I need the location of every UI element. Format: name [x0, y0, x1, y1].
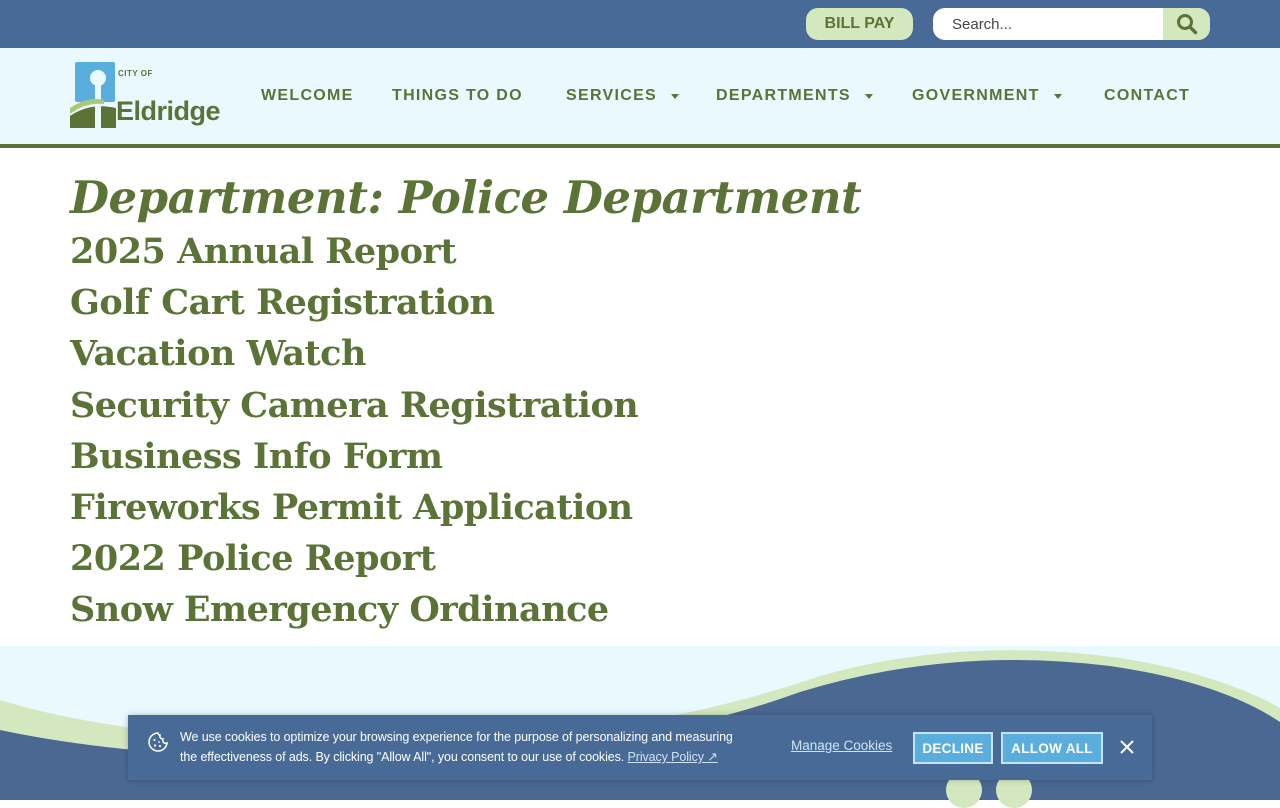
cookie-text-line-1: We use cookies to optimize your browsing… [180, 730, 733, 744]
link-2022-police-report[interactable]: 2022 Police Report [70, 538, 436, 579]
search-input[interactable] [933, 8, 1163, 40]
nav-item-things-to-do[interactable]: THINGS TO DO [392, 48, 523, 144]
site-header: CITY OF Eldridge WELCOME THINGS TO DO SE… [0, 48, 1280, 148]
list-item: Snow Emergency Ordinance [70, 584, 1210, 635]
nav-item-departments[interactable]: DEPARTMENTS [716, 48, 873, 144]
search-button[interactable] [1163, 8, 1210, 40]
cookie-text-line-2: the effectiveness of ads. By clicking "A… [180, 747, 770, 767]
logo-eldridge-text: Eldridge [116, 96, 221, 126]
link-vacation-watch[interactable]: Vacation Watch [70, 333, 366, 374]
bill-pay-button[interactable]: BILL PAY [806, 8, 913, 40]
caret-down-icon [864, 93, 873, 99]
nav-item-government[interactable]: GOVERNMENT [912, 48, 1062, 144]
city-logo[interactable]: CITY OF Eldridge [70, 58, 222, 134]
close-icon[interactable] [1117, 737, 1137, 757]
nav-label: THINGS TO DO [392, 87, 523, 104]
document-list: 2025 Annual Report Golf Cart Registratio… [70, 226, 1210, 636]
top-utility-bar: BILL PAY [0, 0, 1280, 48]
list-item: 2025 Annual Report [70, 226, 1210, 277]
decline-button[interactable]: DECLINE [913, 732, 993, 764]
cookie-text-line-2-body: the effectiveness of ads. By clicking "A… [180, 750, 625, 764]
list-item: Golf Cart Registration [70, 277, 1210, 328]
nav-label: GOVERNMENT [912, 87, 1040, 104]
link-golf-cart-registration[interactable]: Golf Cart Registration [70, 282, 495, 323]
tree-logo-icon [70, 62, 116, 128]
nav-label: WELCOME [261, 87, 354, 104]
nav-item-services[interactable]: SERVICES [566, 48, 680, 144]
nav-label: SERVICES [566, 87, 658, 104]
link-business-info-form[interactable]: Business Info Form [70, 436, 443, 477]
nav-label: DEPARTMENTS [716, 87, 851, 104]
link-snow-emergency-ordinance[interactable]: Snow Emergency Ordinance [70, 589, 609, 630]
nav-label: CONTACT [1104, 87, 1191, 104]
caret-down-icon [671, 93, 680, 99]
allow-all-button[interactable]: ALLOW ALL [1001, 732, 1103, 764]
caret-down-icon [1053, 93, 1062, 99]
page-title: Department: Police Department [70, 171, 862, 224]
link-2025-annual-report[interactable]: 2025 Annual Report [70, 231, 457, 272]
cookie-icon [148, 732, 168, 752]
link-security-camera-registration[interactable]: Security Camera Registration [70, 385, 639, 426]
cookie-message: We use cookies to optimize your browsing… [180, 727, 770, 767]
main-content: Department: Police Department 2025 Annua… [70, 170, 1210, 636]
list-item: 2022 Police Report [70, 533, 1210, 584]
list-item: Fireworks Permit Application [70, 482, 1210, 533]
nav-item-contact[interactable]: CONTACT [1104, 48, 1190, 144]
cookie-banner: We use cookies to optimize your browsing… [128, 715, 1152, 780]
nav-item-welcome[interactable]: WELCOME [261, 48, 354, 144]
logo-city-of-text: CITY OF [118, 69, 153, 78]
list-item: Business Info Form [70, 431, 1210, 482]
search-icon [1176, 14, 1197, 35]
privacy-policy-link[interactable]: Privacy Policy ↗ [628, 750, 718, 764]
manage-cookies-link[interactable]: Manage Cookies [791, 738, 892, 753]
list-item: Vacation Watch [70, 328, 1210, 379]
link-fireworks-permit-application[interactable]: Fireworks Permit Application [70, 487, 633, 528]
search-box [933, 8, 1210, 40]
list-item: Security Camera Registration [70, 380, 1210, 431]
